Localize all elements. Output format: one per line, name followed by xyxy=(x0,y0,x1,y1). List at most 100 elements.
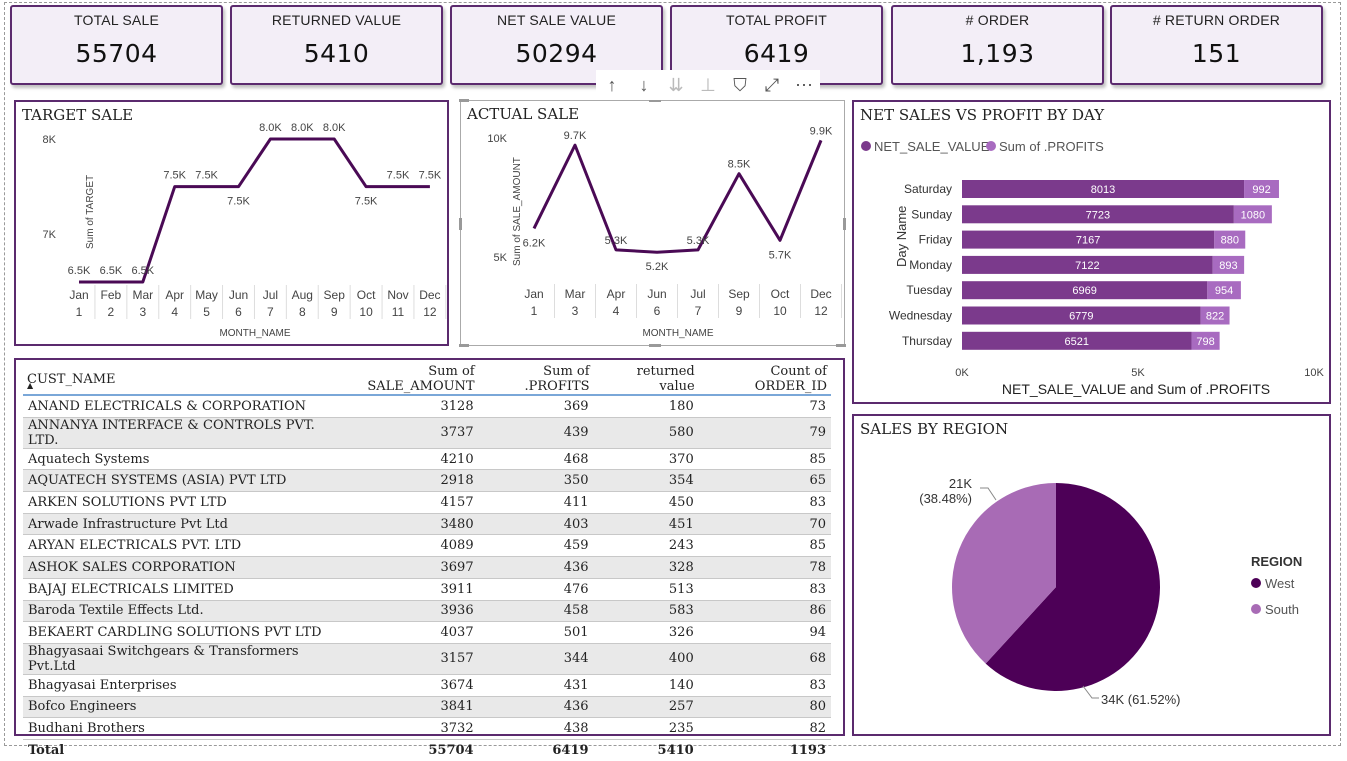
kpi-label: RETURNED VALUE xyxy=(271,12,402,28)
actual-sale-chart[interactable]: ACTUAL SALE Sum of SALE_AMOUNT 10K 5K Ja… xyxy=(459,99,846,347)
data-label: 8.0K xyxy=(259,122,282,134)
table-row[interactable]: Budhani Brothers 3732 438 235 82 xyxy=(23,717,831,740)
resize-handle[interactable] xyxy=(459,99,469,102)
column-header-order-count[interactable]: Count of ORDER_ID xyxy=(698,364,831,396)
cell-value: 3674 xyxy=(329,674,479,697)
y-axis-title: Sum of SALE_AMOUNT xyxy=(512,157,523,266)
resize-handle[interactable] xyxy=(836,344,846,347)
column-header-profits[interactable]: Sum of .PROFITS xyxy=(478,364,594,396)
legend-marker-south xyxy=(1251,604,1261,614)
slice-label-south: 21K xyxy=(949,476,972,491)
leader-line xyxy=(1082,685,1099,699)
column-header-cust-name[interactable]: CUST_NAME ▲ xyxy=(23,364,330,396)
table-row[interactable]: ANAND ELECTRICALS & CORPORATION 3128 369 18… xyxy=(23,395,831,418)
cell-value: 3480 xyxy=(329,513,479,536)
net-sales-vs-profit-chart[interactable]: NET SALES VS PROFIT BY DAY NET_SALE_VALU… xyxy=(852,100,1331,404)
x-tick-label: 5K xyxy=(1131,367,1145,379)
table-row[interactable]: ARYAN ELECTRICALS PVT. LTD 4089 459 243 85 xyxy=(23,534,831,558)
resize-handle[interactable] xyxy=(459,344,469,347)
cell-value: 344 xyxy=(478,643,594,675)
y-axis-title: Sum of TARGET xyxy=(85,175,96,249)
bar-value-label: 798 xyxy=(1196,336,1214,348)
resize-handle[interactable] xyxy=(649,344,661,347)
slice-label-south-percent: (38.48%) xyxy=(919,491,972,506)
table-row[interactable]: Bhagyasaai Switchgears & Transformers Pv… xyxy=(23,643,831,675)
legend-label: NET_SALE_VALUE xyxy=(874,139,990,154)
column-header-sale-amount[interactable]: Sum of SALE_AMOUNT xyxy=(329,364,479,396)
x-tick-label: Sep xyxy=(324,288,346,302)
more-options-icon[interactable]: ⋯ xyxy=(788,70,820,100)
legend-marker-net xyxy=(861,141,871,151)
legend-title: REGION xyxy=(1251,554,1302,569)
table-row[interactable]: ASHOK SALES CORPORATION 3697 436 328 78 xyxy=(23,556,831,579)
customer-table-visual[interactable]: CUST_NAME ▲ Sum of SALE_AMOUNT Sum of .P… xyxy=(14,358,845,761)
cell-value: 326 xyxy=(593,621,699,644)
x-tick-label: Apr xyxy=(607,287,626,301)
kpi-return-order-count[interactable]: # RETURN ORDER 151 xyxy=(1110,5,1323,85)
bar-value-label: 7723 xyxy=(1086,209,1110,221)
cell-value: 431 xyxy=(478,674,594,697)
cell-value: 3732 xyxy=(329,717,479,740)
resize-handle[interactable] xyxy=(459,218,462,230)
data-label: 7.5K xyxy=(195,170,218,182)
bar-value-label: 954 xyxy=(1215,285,1233,297)
table-row[interactable]: Baroda Textile Effects Ltd. 3936 458 583 86 xyxy=(23,600,831,623)
cell-customer-name: Budhani Brothers xyxy=(23,717,330,740)
target-sale-chart[interactable]: TARGET SALE Sum of TARGET 8K 7K Jan 1 Feb 2… xyxy=(14,100,449,346)
sort-ascending-icon[interactable]: ▲ xyxy=(27,381,33,390)
drill-down-icon[interactable]: ↓ xyxy=(628,70,660,100)
cell-value: 3697 xyxy=(329,556,479,579)
cell-value: 3911 xyxy=(329,578,479,601)
kpi-order-count[interactable]: # ORDER 1,193 xyxy=(891,5,1104,85)
table-row[interactable]: BAJAJ ELECTRICALS LIMITED 3911 476 513 83 xyxy=(23,578,831,601)
x-tick-sublabel: 6 xyxy=(654,304,661,318)
x-tick-sublabel: 4 xyxy=(613,304,620,318)
x-tick-sublabel: 9 xyxy=(331,305,338,319)
x-tick-sublabel: 7 xyxy=(695,304,702,318)
data-label: 7.5K xyxy=(419,170,442,182)
category-label: Thursday xyxy=(902,334,952,348)
go-to-next-level-icon[interactable]: ⇊ xyxy=(660,70,692,100)
table-row[interactable]: Aquatech Systems 4210 468 370 85 xyxy=(23,448,831,471)
sales-by-region-chart[interactable]: SALES BY REGION 21K (38.48%) 34K (61.52%… xyxy=(852,414,1331,736)
bar-value-label: 7122 xyxy=(1075,260,1099,272)
kpi-total-sale[interactable]: TOTAL SALE 55704 xyxy=(10,5,223,85)
x-tick-sublabel: 1 xyxy=(531,304,538,318)
drill-up-icon[interactable]: ↑ xyxy=(596,70,628,100)
legend-marker-profit xyxy=(986,141,996,151)
focus-mode-icon[interactable]: ⤢ xyxy=(756,70,788,100)
table-row[interactable]: Bhagyasai Enterprises 3674 431 140 83 xyxy=(23,674,831,697)
cell-value: 513 xyxy=(593,578,699,601)
filter-icon[interactable]: ⛉ xyxy=(724,70,756,100)
table-row[interactable]: Arwade Infrastructure Pvt Ltd 3480 403 451 7… xyxy=(23,513,831,536)
kpi-returned-value[interactable]: RETURNED VALUE 5410 xyxy=(230,5,443,85)
cell-value: 451 xyxy=(593,513,699,536)
column-header-returned-value[interactable]: returned value xyxy=(593,364,699,396)
table-header-row: CUST_NAME ▲ Sum of SALE_AMOUNT Sum of .P… xyxy=(23,364,831,396)
expand-hierarchy-icon[interactable]: ⊥ xyxy=(692,70,724,100)
table-row[interactable]: AQUATECH SYSTEMS (ASIA) PVT LTD 2918 350 35… xyxy=(23,469,831,493)
cell-value: 140 xyxy=(593,674,699,697)
table-row[interactable]: ARKEN SOLUTIONS PVT LTD 4157 411 450 83 xyxy=(23,491,831,514)
x-tick-label: Dec xyxy=(419,288,440,302)
cell-customer-name: AQUATECH SYSTEMS (ASIA) PVT LTD xyxy=(23,469,330,493)
column-header-label: CUST_NAME xyxy=(27,371,116,387)
legend-marker-west xyxy=(1251,578,1261,588)
cell-customer-name: ASHOK SALES CORPORATION xyxy=(23,556,330,579)
x-tick-label: Mar xyxy=(565,287,586,301)
cell-customer-name: BAJAJ ELECTRICALS LIMITED xyxy=(23,578,330,601)
table-row[interactable]: Bofco Engineers 3841 436 257 80 xyxy=(23,696,831,719)
cell-value: 354 xyxy=(593,469,699,493)
y-tick-label: 5K xyxy=(494,252,508,264)
resize-handle[interactable] xyxy=(843,218,846,230)
table-row[interactable]: BEKAERT CARDLING SOLUTIONS PVT LTD 4037 50… xyxy=(23,621,831,644)
cell-value: 450 xyxy=(593,491,699,514)
cell-value: 4210 xyxy=(329,448,479,471)
table-row[interactable]: ANNANYA INTERFACE & CONTROLS PVT. LTD. 37… xyxy=(23,417,831,449)
cell-value: 4037 xyxy=(329,621,479,644)
total-value: 55704 xyxy=(329,738,479,761)
x-tick-sublabel: 8 xyxy=(299,305,306,319)
table-container: CUST_NAME ▲ Sum of SALE_AMOUNT Sum of .P… xyxy=(23,364,831,761)
data-label: 6.5K xyxy=(68,265,91,277)
cell-value: 86 xyxy=(698,600,831,623)
